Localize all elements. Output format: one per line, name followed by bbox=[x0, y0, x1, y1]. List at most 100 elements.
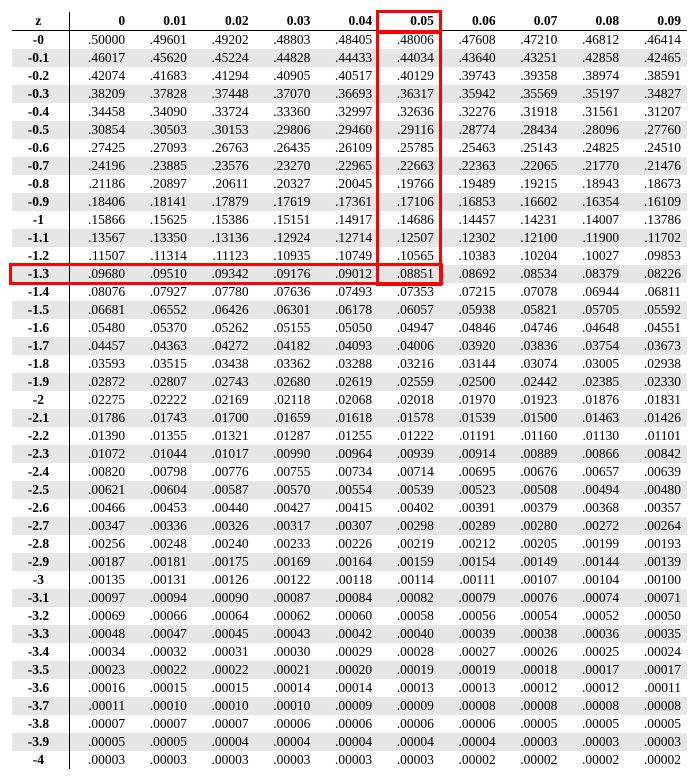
table-cell: .00964 bbox=[316, 445, 378, 463]
table-cell: .01017 bbox=[193, 445, 255, 463]
table-cell: .23885 bbox=[131, 157, 193, 175]
table-cell: .03438 bbox=[193, 355, 255, 373]
table-row: -3.3.00048.00047.00045.00043.00042.00040… bbox=[12, 625, 687, 643]
z-row-header: -0.2 bbox=[12, 67, 69, 85]
table-row: -0.7.24196.23885.23576.23270.22965.22663… bbox=[12, 157, 687, 175]
table-row: -2.3.01072.01044.01017.00990.00964.00939… bbox=[12, 445, 687, 463]
table-cell: .00012 bbox=[563, 679, 625, 697]
table-row: -0.4.34458.34090.33724.33360.32997.32636… bbox=[12, 103, 687, 121]
table-cell: .05592 bbox=[625, 301, 687, 319]
table-cell: .07636 bbox=[255, 283, 317, 301]
table-cell: .31918 bbox=[502, 103, 564, 121]
table-row: -0.8.21186.20897.20611.20327.20045.19766… bbox=[12, 175, 687, 193]
z-row-header: -3.7 bbox=[12, 697, 69, 715]
table-cell: .08534 bbox=[502, 265, 564, 283]
table-cell: .05050 bbox=[316, 319, 378, 337]
table-cell: .40129 bbox=[378, 67, 440, 85]
table-cell: .00326 bbox=[193, 517, 255, 535]
table-cell: .05155 bbox=[255, 319, 317, 337]
table-cell: .19215 bbox=[502, 175, 564, 193]
table-cell: .00082 bbox=[378, 589, 440, 607]
table-cell: .00022 bbox=[193, 661, 255, 679]
table-cell: .00604 bbox=[131, 481, 193, 499]
table-cell: .35942 bbox=[440, 85, 502, 103]
table-cell: .46414 bbox=[625, 31, 687, 50]
table-cell: .00008 bbox=[563, 697, 625, 715]
table-cell: .49601 bbox=[131, 31, 193, 50]
z-row-header: -1.3 bbox=[12, 265, 69, 283]
table-cell: .03288 bbox=[316, 355, 378, 373]
table-cell: .07927 bbox=[131, 283, 193, 301]
table-cell: .00024 bbox=[625, 643, 687, 661]
table-cell: .17106 bbox=[378, 193, 440, 211]
table-cell: .04006 bbox=[378, 337, 440, 355]
table-cell: .37448 bbox=[193, 85, 255, 103]
table-cell: .00006 bbox=[378, 715, 440, 733]
z-row-header: -2.9 bbox=[12, 553, 69, 571]
table-cell: .02559 bbox=[378, 373, 440, 391]
table-cell: .01321 bbox=[193, 427, 255, 445]
z-row-header: -2 bbox=[12, 391, 69, 409]
table-cell: .42074 bbox=[69, 67, 131, 85]
table-cell: .00889 bbox=[502, 445, 564, 463]
table-cell: .00939 bbox=[378, 445, 440, 463]
z-row-header: -0.8 bbox=[12, 175, 69, 193]
table-cell: .00006 bbox=[255, 715, 317, 733]
table-cell: .45620 bbox=[131, 49, 193, 67]
table-cell: .00131 bbox=[131, 571, 193, 589]
table-cell: .11702 bbox=[625, 229, 687, 247]
table-cell: .02068 bbox=[316, 391, 378, 409]
table-cell: .01390 bbox=[69, 427, 131, 445]
table-cell: .00734 bbox=[316, 463, 378, 481]
table-cell: .03074 bbox=[502, 355, 564, 373]
z-header: z bbox=[12, 12, 69, 31]
table-cell: .02018 bbox=[378, 391, 440, 409]
z-row-header: -1.5 bbox=[12, 301, 69, 319]
table-cell: .03515 bbox=[131, 355, 193, 373]
table-cell: .02169 bbox=[193, 391, 255, 409]
table-cell: .00003 bbox=[316, 751, 378, 769]
table-cell: .10749 bbox=[316, 247, 378, 265]
table-cell: .22363 bbox=[440, 157, 502, 175]
table-cell: .28774 bbox=[440, 121, 502, 139]
table-cell: .01618 bbox=[316, 409, 378, 427]
table-cell: .00104 bbox=[563, 571, 625, 589]
table-cell: .00019 bbox=[440, 661, 502, 679]
table-cell: .00440 bbox=[193, 499, 255, 517]
table-row: -1.3.09680.09510.09342.09176.09012.08851… bbox=[12, 265, 687, 283]
table-cell: .00011 bbox=[625, 679, 687, 697]
table-cell: .00264 bbox=[625, 517, 687, 535]
table-cell: .06057 bbox=[378, 301, 440, 319]
table-cell: .41294 bbox=[193, 67, 255, 85]
table-cell: .00090 bbox=[193, 589, 255, 607]
table-cell: .14457 bbox=[440, 211, 502, 229]
table-row: -2.2.01390.01355.01321.01287.01255.01222… bbox=[12, 427, 687, 445]
table-cell: .00100 bbox=[625, 571, 687, 589]
table-cell: .29460 bbox=[316, 121, 378, 139]
table-cell: .10383 bbox=[440, 247, 502, 265]
table-cell: .30153 bbox=[193, 121, 255, 139]
table-cell: .01500 bbox=[502, 409, 564, 427]
table-cell: .00003 bbox=[255, 751, 317, 769]
table-cell: .13350 bbox=[131, 229, 193, 247]
table-header-row: z 00.010.020.030.040.050.060.070.080.09 bbox=[12, 12, 687, 31]
table-cell: .09680 bbox=[69, 265, 131, 283]
table-cell: .24196 bbox=[69, 157, 131, 175]
table-cell: .00007 bbox=[69, 715, 131, 733]
table-cell: .00554 bbox=[316, 481, 378, 499]
table-cell: .00042 bbox=[316, 625, 378, 643]
table-cell: .00570 bbox=[255, 481, 317, 499]
table-row: -3.6.00016.00015.00015.00014.00014.00013… bbox=[12, 679, 687, 697]
table-cell: .00676 bbox=[502, 463, 564, 481]
table-cell: .43251 bbox=[502, 49, 564, 67]
table-cell: .00298 bbox=[378, 517, 440, 535]
z-row-header: -1.7 bbox=[12, 337, 69, 355]
z-row-header: -2.6 bbox=[12, 499, 69, 517]
table-cell: .18406 bbox=[69, 193, 131, 211]
table-cell: .16602 bbox=[502, 193, 564, 211]
table-cell: .08076 bbox=[69, 283, 131, 301]
table-cell: .32276 bbox=[440, 103, 502, 121]
table-cell: .00009 bbox=[316, 697, 378, 715]
z-row-header: -1.1 bbox=[12, 229, 69, 247]
table-cell: .44433 bbox=[316, 49, 378, 67]
